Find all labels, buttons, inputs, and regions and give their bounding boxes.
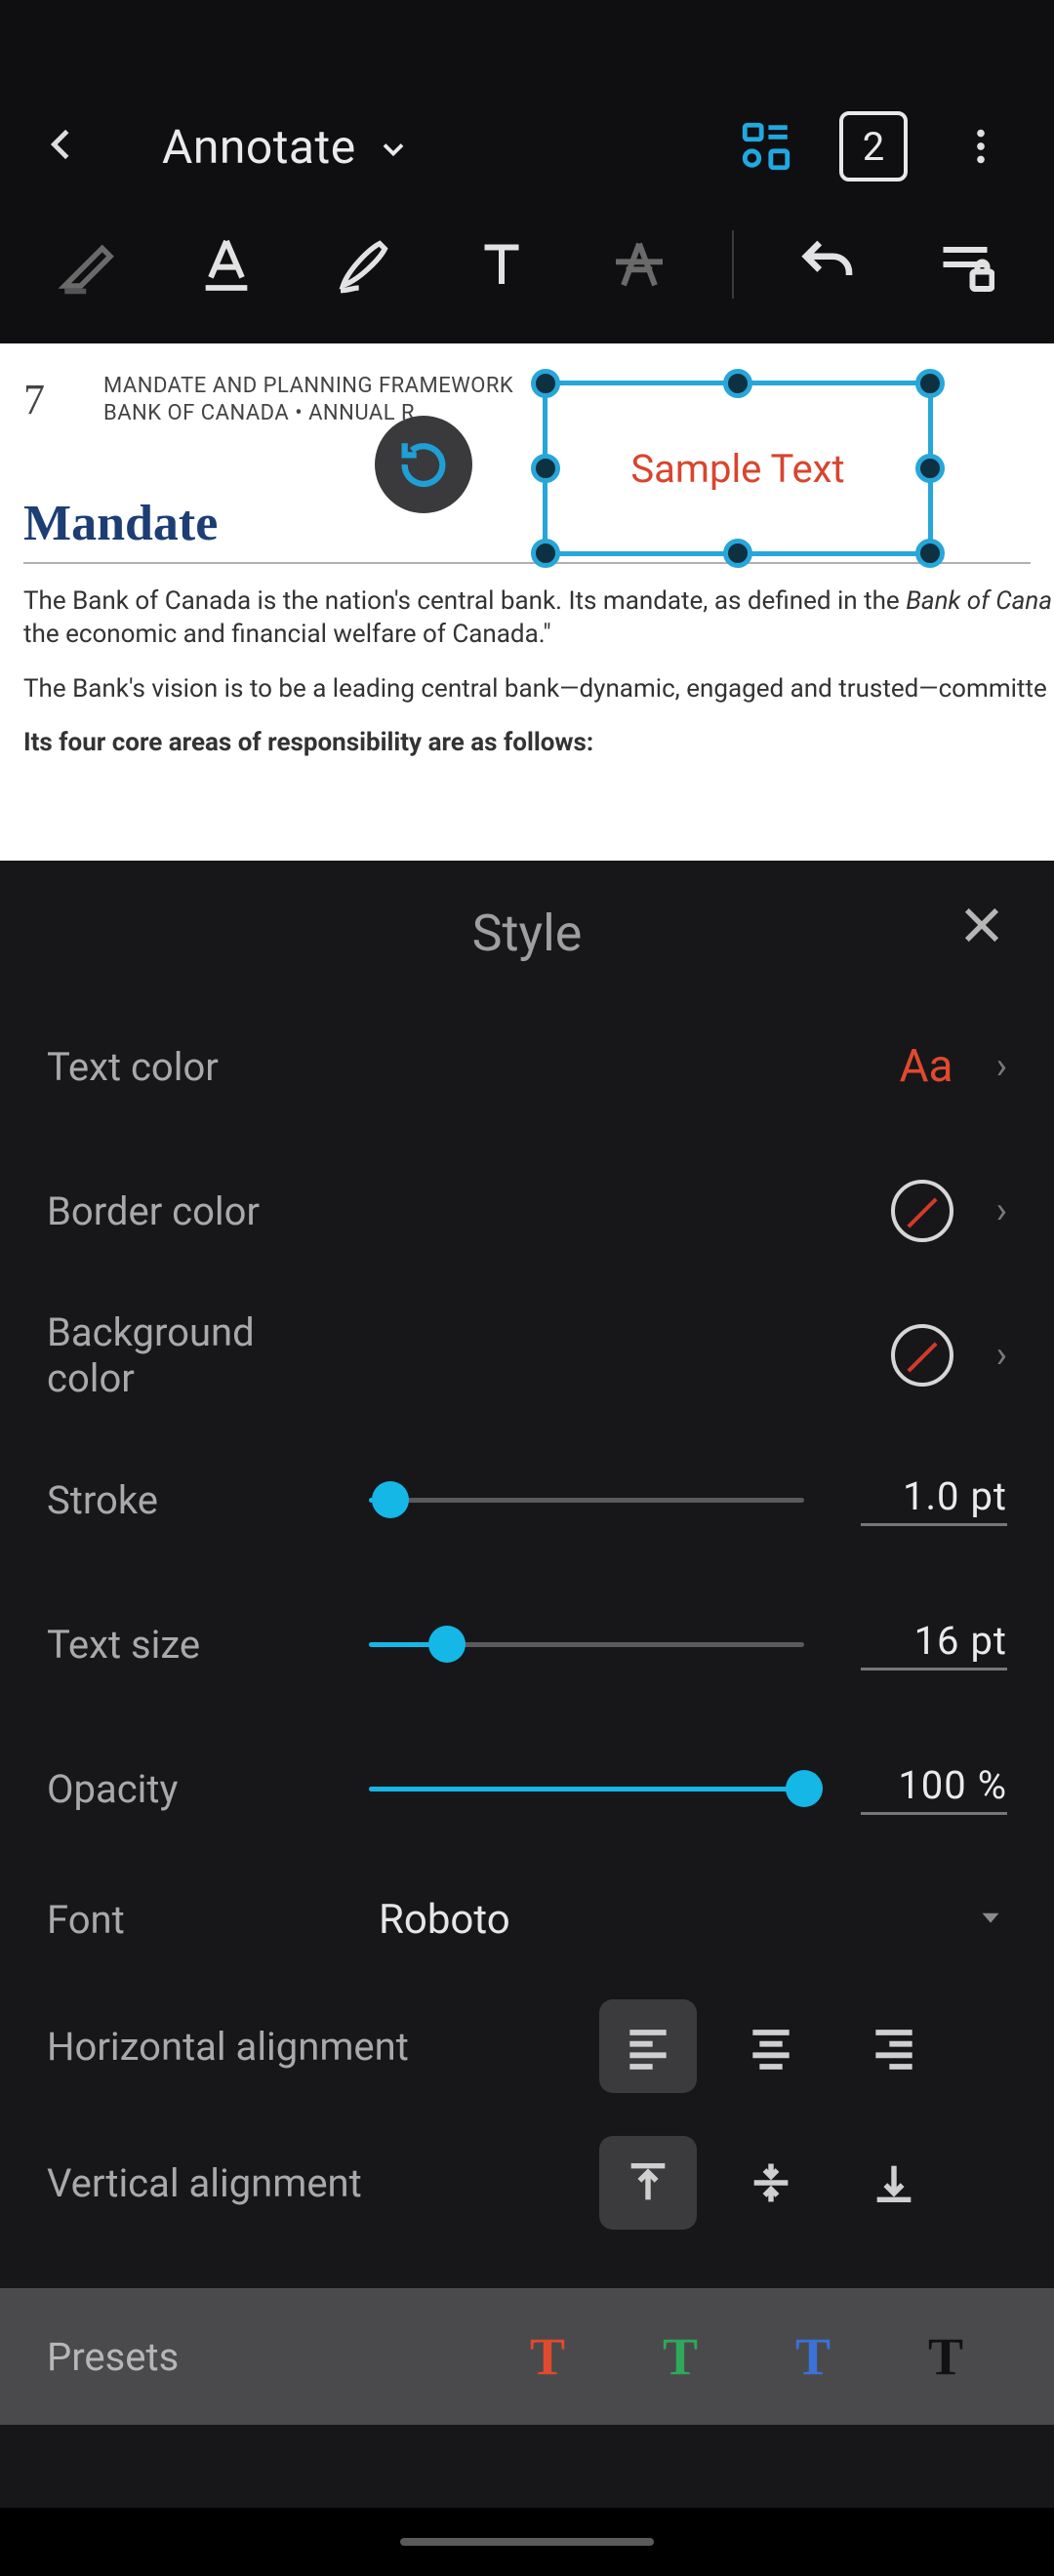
opacity-value[interactable]: 100 % (861, 1762, 1007, 1815)
rotate-selection-button[interactable] (375, 416, 472, 513)
valign-middle-icon (746, 2157, 796, 2208)
opacity-slider[interactable] (369, 1770, 804, 1807)
font-value: Roboto (379, 1896, 510, 1944)
view-settings-icon (738, 118, 794, 175)
page-indicator-value: 2 (863, 124, 884, 170)
text-tool[interactable] (448, 224, 556, 304)
presets-bar: Presets T T T T (0, 2288, 1054, 2425)
doc-paragraph-2: The Bank's vision is to be a leading cen… (23, 673, 1031, 706)
undo-icon (795, 232, 860, 297)
background-color-row[interactable]: Background color › (47, 1283, 1007, 1428)
h-align-row: Horizontal alignment (47, 1978, 1007, 2114)
presets-label: Presets (47, 2334, 476, 2380)
valign-bottom-button[interactable] (845, 2136, 943, 2230)
resize-handle-l[interactable] (531, 454, 560, 483)
font-row[interactable]: Font Roboto (47, 1861, 1007, 1978)
resize-handle-b[interactable] (723, 539, 752, 568)
back-button[interactable] (39, 122, 84, 171)
no-color-swatch (891, 1324, 953, 1387)
text-size-slider[interactable] (369, 1626, 804, 1663)
align-right-button[interactable] (845, 1999, 943, 2093)
style-panel: Style Text color Aa › Border color › Bac… (0, 861, 1054, 2508)
text-icon (472, 235, 531, 294)
selection-text: Sample Text (547, 385, 928, 551)
valign-top-button[interactable] (599, 2136, 697, 2230)
overflow-menu-button[interactable] (947, 112, 1015, 181)
status-bar (0, 0, 1054, 88)
chevron-left-icon (39, 122, 84, 167)
app-header: Annotate 2 (0, 88, 1054, 205)
strikethrough-icon (608, 233, 670, 296)
chevron-right-icon: › (996, 1334, 1007, 1377)
align-left-button[interactable] (599, 1999, 697, 2093)
pen-icon (333, 233, 395, 296)
page-indicator-button[interactable]: 2 (839, 112, 908, 181)
freehand-tool[interactable] (310, 224, 419, 304)
page-number: 7 (23, 375, 45, 424)
stroke-row: Stroke 1.0 pt (47, 1428, 1007, 1572)
stroke-slider[interactable] (369, 1481, 804, 1518)
opacity-row: Opacity 100 % (47, 1716, 1007, 1861)
system-navbar (0, 2508, 1054, 2576)
resize-handle-br[interactable] (915, 539, 945, 568)
document-viewport[interactable]: 7 MANDATE AND PLANNING FRAMEWORK BANK OF… (0, 343, 1054, 861)
align-right-icon (867, 2019, 921, 2073)
toolbar-divider (732, 230, 734, 299)
text-size-row: Text size 16 pt (47, 1572, 1007, 1716)
preset-3[interactable]: T (751, 2326, 874, 2387)
align-left-icon (621, 2019, 675, 2073)
text-color-sample: Aa (900, 1040, 953, 1093)
resize-handle-bl[interactable] (531, 539, 560, 568)
stroke-value[interactable]: 1.0 pt (861, 1473, 1007, 1526)
more-vert-icon (958, 124, 1003, 169)
highlighter-icon (57, 232, 121, 297)
text-selection-box[interactable]: Sample Text (543, 381, 933, 556)
annotate-toolbar (0, 205, 1054, 343)
dropdown-caret-icon (974, 1901, 1007, 1938)
chevron-down-icon (376, 132, 411, 167)
close-icon (956, 900, 1007, 950)
border-color-row[interactable]: Border color › (47, 1139, 1007, 1283)
text-size-value[interactable]: 16 pt (861, 1618, 1007, 1670)
text-color-row[interactable]: Text color Aa › (47, 994, 1007, 1139)
mode-label: Annotate (162, 119, 356, 175)
chevron-right-icon: › (996, 1045, 1007, 1088)
toolbar-lock-button[interactable] (911, 224, 1019, 304)
chevron-right-icon: › (996, 1189, 1007, 1232)
align-center-icon (744, 2019, 798, 2073)
underline-icon (195, 233, 258, 296)
valign-bottom-icon (869, 2157, 919, 2208)
mode-dropdown[interactable]: Annotate (162, 119, 411, 175)
resize-handle-tl[interactable] (531, 369, 560, 398)
underline-tool[interactable] (173, 224, 281, 304)
strikethrough-tool[interactable] (585, 224, 693, 304)
doc-paragraph-1: The Bank of Canada is the nation's centr… (23, 585, 1031, 652)
no-color-swatch (891, 1180, 953, 1242)
resize-handle-r[interactable] (915, 454, 945, 483)
undo-button[interactable] (773, 224, 881, 304)
toolbar-lock-icon (936, 235, 994, 294)
rotate-icon (395, 436, 452, 493)
v-align-row: Vertical alignment (47, 2114, 1007, 2251)
preset-2[interactable]: T (619, 2326, 742, 2387)
doc-paragraph-3: Its four core areas of responsibility ar… (23, 727, 1031, 760)
preset-1[interactable]: T (486, 2326, 609, 2387)
resize-handle-t[interactable] (723, 369, 752, 398)
resize-handle-tr[interactable] (915, 369, 945, 398)
align-center-button[interactable] (722, 1999, 820, 2093)
view-settings-button[interactable] (732, 112, 800, 181)
highlighter-tool[interactable] (35, 224, 143, 304)
panel-title: Style (47, 904, 1007, 963)
gesture-handle[interactable] (400, 2538, 654, 2546)
preset-4[interactable]: T (884, 2326, 1007, 2387)
close-panel-button[interactable] (956, 900, 1007, 954)
doc-meta: MANDATE AND PLANNING FRAMEWORK BANK OF C… (103, 373, 513, 426)
valign-top-icon (623, 2157, 673, 2208)
valign-middle-button[interactable] (722, 2136, 820, 2230)
